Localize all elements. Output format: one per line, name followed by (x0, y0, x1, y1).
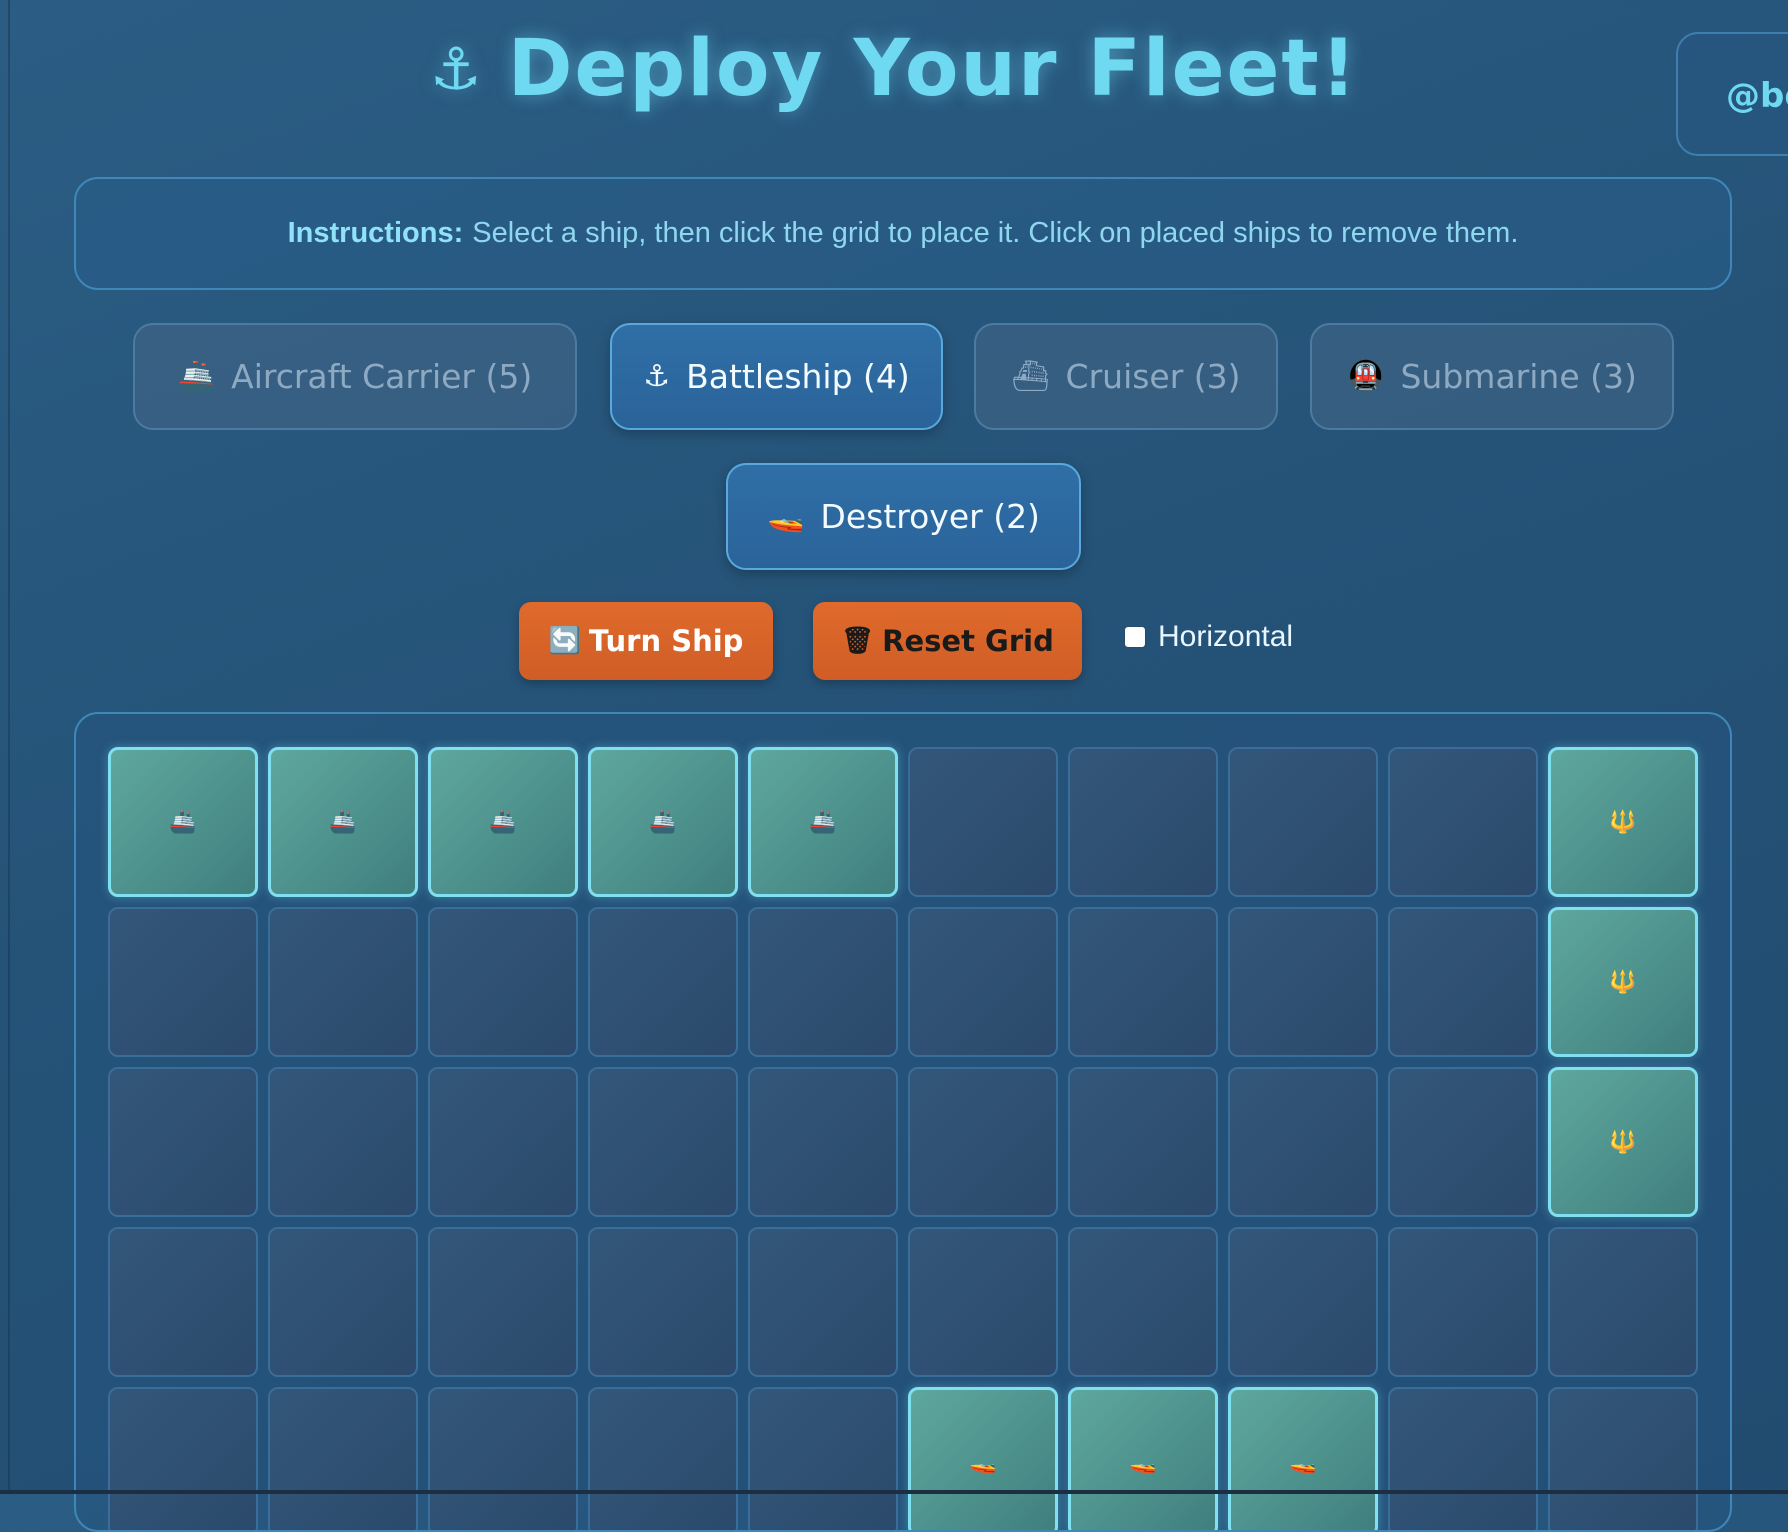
ship-button-submarine[interactable]: 🚇 Submarine (3) (1310, 323, 1674, 430)
left-edge-divider (8, 0, 10, 1494)
grid-cell[interactable] (1228, 1227, 1378, 1377)
grid-cell[interactable] (1228, 747, 1378, 897)
grid-cell[interactable] (1068, 1067, 1218, 1217)
grid-cell[interactable] (108, 1387, 258, 1530)
anchor-icon: ⚓ (429, 35, 484, 103)
anchor-icon: ⚓ (643, 359, 671, 394)
instructions-label: Instructions: (287, 217, 464, 249)
grid-cell[interactable] (1228, 907, 1378, 1057)
grid-cell[interactable] (588, 907, 738, 1057)
page-title: ⚓ Deploy Your Fleet! (0, 24, 1788, 114)
rotate-icon: 🔄 (548, 626, 581, 656)
grid-cell[interactable] (588, 1067, 738, 1217)
ferry-icon: ⛴ (1011, 359, 1050, 394)
instructions-panel: Instructions: Select a ship, then click … (74, 177, 1732, 290)
ship-button-aircraft-carrier[interactable]: 🚢 Aircraft Carrier (5) (133, 323, 577, 430)
trash-icon: 🗑 (841, 626, 875, 656)
cell-ship-icon: 🚤 (1289, 1449, 1317, 1475)
cell-ship-icon: 🚢 (329, 809, 357, 835)
cell-ship-icon: 🚤 (969, 1449, 997, 1475)
ship-cell[interactable]: 🚢 (748, 747, 898, 897)
ship-cell[interactable]: 🚢 (588, 747, 738, 897)
ship-button-battleship[interactable]: ⚓ Battleship (4) (610, 323, 943, 430)
horizontal-toggle[interactable]: Horizontal (1124, 620, 1293, 654)
grid-cell[interactable] (268, 907, 418, 1057)
user-handle: @be (1726, 76, 1788, 116)
ship-cell[interactable]: 🔱 (1548, 747, 1698, 897)
cell-ship-icon: 🚢 (489, 809, 517, 835)
cell-ship-icon: 🔱 (1609, 809, 1637, 835)
ship-button-label: Destroyer (2) (820, 497, 1040, 536)
grid-cell[interactable] (268, 1227, 418, 1377)
horizontal-checkbox[interactable] (1124, 626, 1146, 648)
placement-grid: 🚢 🚢 🚢 🚢 🚢 🔱 🔱 🔱 🚤 🚤 🚤 (108, 747, 1698, 1530)
grid-cell[interactable] (1388, 747, 1538, 897)
ship-button-label: Battleship (4) (686, 357, 910, 396)
grid-cell[interactable] (1548, 1227, 1698, 1377)
ship-icon: 🚢 (177, 359, 216, 394)
grid-cell[interactable] (748, 907, 898, 1057)
grid-cell[interactable] (1548, 1387, 1698, 1530)
cell-ship-icon: 🚢 (169, 809, 197, 835)
ship-cell[interactable]: 🔱 (1548, 907, 1698, 1057)
ship-button-label: Aircraft Carrier (5) (231, 357, 533, 396)
grid-cell[interactable] (1228, 1067, 1378, 1217)
grid-cell[interactable] (428, 907, 578, 1057)
grid-cell[interactable] (908, 1067, 1058, 1217)
cell-ship-icon: 🔱 (1609, 1129, 1637, 1155)
grid-cell[interactable] (1068, 907, 1218, 1057)
ship-cell[interactable]: 🚢 (108, 747, 258, 897)
ship-button-destroyer[interactable]: 🚤 Destroyer (2) (726, 463, 1081, 570)
grid-cell[interactable] (588, 1227, 738, 1377)
grid-cell[interactable] (1068, 747, 1218, 897)
ship-cell[interactable]: 🔱 (1548, 1067, 1698, 1217)
reset-grid-label: Reset Grid (882, 624, 1054, 658)
turn-ship-button[interactable]: 🔄 Turn Ship (519, 602, 773, 680)
grid-cell[interactable] (588, 1387, 738, 1530)
turn-ship-label: Turn Ship (588, 624, 744, 658)
grid-cell[interactable] (1388, 1227, 1538, 1377)
ship-button-label: Submarine (3) (1400, 357, 1637, 396)
ship-cell[interactable]: 🚢 (428, 747, 578, 897)
grid-cell[interactable] (428, 1067, 578, 1217)
grid-cell[interactable] (268, 1067, 418, 1217)
cell-ship-icon: 🚤 (1129, 1449, 1157, 1475)
ship-cell[interactable]: 🚤 (1228, 1387, 1378, 1530)
grid-cell[interactable] (108, 907, 258, 1057)
submarine-icon: 🚇 (1347, 359, 1385, 394)
cell-ship-icon: 🔱 (1609, 969, 1637, 995)
ship-cell[interactable]: 🚢 (268, 747, 418, 897)
horizontal-label: Horizontal (1158, 620, 1294, 653)
ship-button-label: Cruiser (3) (1065, 357, 1241, 396)
placement-board: 🚢 🚢 🚢 🚢 🚢 🔱 🔱 🔱 🚤 🚤 🚤 (74, 712, 1732, 1532)
grid-cell[interactable] (748, 1227, 898, 1377)
ship-cell[interactable]: 🚤 (1068, 1387, 1218, 1530)
page-title-text: Deploy Your Fleet! (507, 24, 1359, 114)
grid-cell[interactable] (908, 907, 1058, 1057)
cell-ship-icon: 🚢 (809, 809, 837, 835)
grid-cell[interactable] (1068, 1227, 1218, 1377)
grid-cell[interactable] (268, 1387, 418, 1530)
grid-cell[interactable] (1388, 1067, 1538, 1217)
instructions-text: Select a ship, then click the grid to pl… (472, 217, 1519, 249)
grid-cell[interactable] (108, 1227, 258, 1377)
grid-cell[interactable] (1388, 907, 1538, 1057)
grid-cell[interactable] (1388, 1387, 1538, 1530)
bottom-edge (0, 1490, 1788, 1494)
grid-cell[interactable] (428, 1227, 578, 1377)
speedboat-icon: 🚤 (767, 499, 805, 534)
cell-ship-icon: 🚢 (649, 809, 677, 835)
grid-cell[interactable] (908, 1227, 1058, 1377)
grid-cell[interactable] (748, 1387, 898, 1530)
grid-cell[interactable] (428, 1387, 578, 1530)
reset-grid-button[interactable]: 🗑 Reset Grid (813, 602, 1082, 680)
ship-cell[interactable]: 🚤 (908, 1387, 1058, 1530)
grid-cell[interactable] (748, 1067, 898, 1217)
ship-button-cruiser[interactable]: ⛴ Cruiser (3) (974, 323, 1278, 430)
user-badge[interactable]: @be (1676, 32, 1788, 156)
grid-cell[interactable] (108, 1067, 258, 1217)
grid-cell[interactable] (908, 747, 1058, 897)
